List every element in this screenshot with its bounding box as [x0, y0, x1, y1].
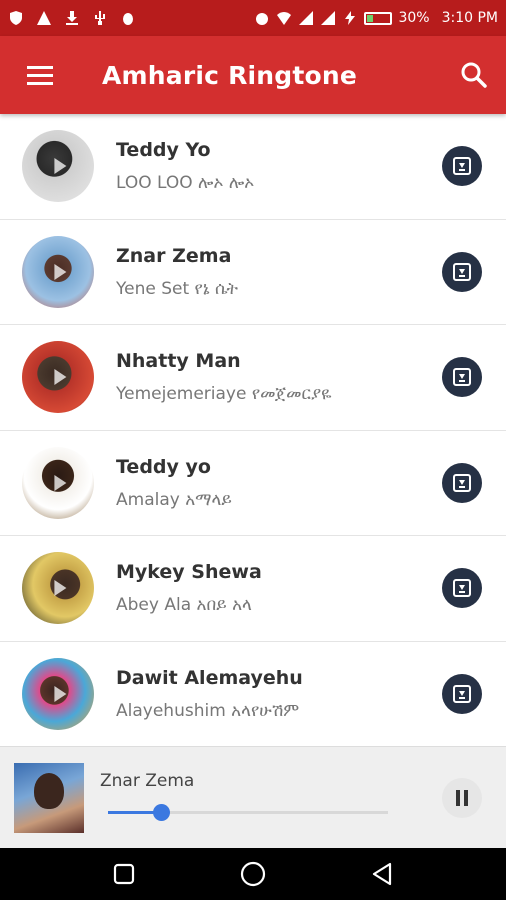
- now-playing-artist: Znar Zema: [100, 770, 195, 791]
- song-row[interactable]: Teddy Yo LOO LOO ሎኦ ሎኦ: [0, 114, 506, 220]
- song-text: Dawit Alemayehu Alayehushim አላየሁሽም: [116, 667, 442, 721]
- song-text: Znar Zema Yene Set የኔ ሴት: [116, 245, 442, 299]
- bug-icon: [120, 10, 136, 26]
- square-icon: [114, 863, 135, 885]
- now-playing-thumbnail: [14, 762, 84, 833]
- song-row[interactable]: Mykey Shewa Abey Ala አበይ አላ: [0, 536, 506, 642]
- download-icon: [64, 10, 80, 26]
- usb-icon: [92, 10, 108, 26]
- artist-avatar: [22, 130, 94, 203]
- now-playing-bar: Znar Zema: [0, 746, 506, 848]
- play-icon: [54, 158, 67, 175]
- artist-avatar: [22, 657, 94, 730]
- play-icon: [54, 369, 67, 386]
- song-artist: Nhatty Man: [116, 350, 241, 373]
- home-button[interactable]: [233, 854, 273, 894]
- download-icon: [453, 368, 471, 387]
- song-title: Abey Ala አበይ አላ: [116, 595, 252, 616]
- status-right-icons: 30% 3:10 PM: [254, 10, 498, 26]
- download-button[interactable]: [442, 568, 482, 609]
- pause-button[interactable]: [442, 777, 482, 818]
- song-title: Yemejemeriaye የመጀመርያዬ: [116, 384, 332, 405]
- song-artist: Dawit Alemayehu: [116, 666, 303, 689]
- search-icon: [461, 62, 487, 88]
- song-row[interactable]: Teddy yo Amalay አማላይ: [0, 431, 506, 536]
- artist-avatar: [22, 235, 94, 308]
- warning-icon: [36, 10, 52, 26]
- shield-icon: [8, 10, 24, 26]
- now-playing-info: Znar Zema: [100, 763, 442, 833]
- song-text: Mykey Shewa Abey Ala አበይ አላ: [116, 561, 442, 615]
- app-title: Amharic Ringtone: [102, 60, 358, 90]
- pause-icon: [456, 789, 468, 806]
- charging-icon: [342, 10, 358, 26]
- status-time: 3:10 PM: [441, 10, 498, 26]
- song-artist: Znar Zema: [116, 244, 232, 267]
- song-title: Yene Set የኔ ሴት: [116, 278, 238, 299]
- status-left-icons: [8, 10, 254, 26]
- back-button[interactable]: [362, 854, 402, 894]
- song-row[interactable]: Znar Zema Yene Set የኔ ሴት: [0, 220, 506, 325]
- play-icon: [54, 474, 67, 491]
- download-icon: [453, 157, 471, 176]
- menu-button[interactable]: [0, 36, 80, 114]
- circle-icon: [240, 861, 266, 887]
- artist-avatar: [22, 341, 94, 414]
- hamburger-icon: [27, 66, 53, 85]
- download-icon: [453, 473, 471, 492]
- song-title: Amalay አማላይ: [116, 489, 232, 510]
- song-text: Nhatty Man Yemejemeriaye የመጀመርያዬ: [116, 350, 442, 404]
- play-icon: [54, 685, 67, 702]
- song-artist: Teddy Yo: [116, 139, 211, 162]
- app-bar: Amharic Ringtone: [0, 36, 506, 114]
- download-icon: [453, 579, 471, 598]
- alarm-icon: [254, 10, 270, 26]
- seek-bar[interactable]: [108, 803, 388, 821]
- download-icon: [453, 684, 471, 703]
- wifi-icon: [276, 10, 292, 26]
- recents-button[interactable]: [104, 854, 144, 894]
- back-triangle-icon: [372, 862, 391, 886]
- song-row[interactable]: Nhatty Man Yemejemeriaye የመጀመርያዬ: [0, 325, 506, 431]
- system-nav-bar: [0, 848, 506, 900]
- song-text: Teddy yo Amalay አማላይ: [116, 456, 442, 510]
- play-icon: [54, 263, 67, 280]
- song-row[interactable]: Dawit Alemayehu Alayehushim አላየሁሽም: [0, 642, 506, 747]
- download-button[interactable]: [442, 146, 482, 187]
- song-list: Teddy Yo LOO LOO ሎኦ ሎኦ Znar Zema Yene Se…: [0, 114, 506, 747]
- play-icon: [54, 580, 67, 597]
- download-button[interactable]: [442, 673, 482, 714]
- battery-icon: [364, 11, 393, 25]
- signal-icon: [298, 10, 314, 26]
- download-button[interactable]: [442, 462, 482, 503]
- download-icon: [453, 262, 471, 281]
- signal-icon: [320, 10, 336, 26]
- song-title: LOO LOO ሎኦ ሎኦ: [116, 173, 255, 194]
- seek-handle[interactable]: [153, 803, 171, 821]
- search-button[interactable]: [442, 36, 506, 114]
- song-title: Alayehushim አላየሁሽም: [116, 700, 300, 721]
- download-button[interactable]: [442, 251, 482, 292]
- download-button[interactable]: [442, 357, 482, 398]
- artist-avatar: [22, 552, 94, 625]
- artist-avatar: [22, 446, 94, 519]
- battery-level: [367, 14, 373, 22]
- song-text: Teddy Yo LOO LOO ሎኦ ሎኦ: [116, 139, 442, 193]
- song-artist: Mykey Shewa: [116, 561, 262, 584]
- battery-percent: 30%: [398, 10, 430, 26]
- song-artist: Teddy yo: [116, 455, 211, 478]
- status-bar: 30% 3:10 PM: [0, 0, 506, 36]
